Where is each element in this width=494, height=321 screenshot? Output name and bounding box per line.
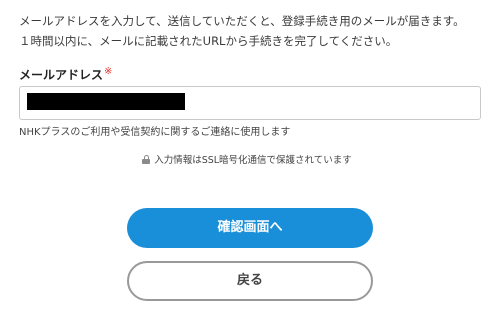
email-usage-note: NHKプラスのご利用や受信契約に関するご連絡に使用します xyxy=(19,127,291,138)
email-label: メールアドレス※ xyxy=(19,66,112,83)
ssl-note-text: 入力情報はSSL暗号化通信で保護されています xyxy=(154,155,352,166)
redacted-email-value xyxy=(27,93,185,110)
confirm-button[interactable]: 確認画面へ xyxy=(127,208,373,248)
email-field[interactable] xyxy=(19,86,481,120)
ssl-security-note: 入力情報はSSL暗号化通信で保護されています xyxy=(0,152,494,166)
email-label-text: メールアドレス xyxy=(19,68,104,82)
intro-line-1: メールアドレスを入力して、送信していただくと、登録手続き用のメールが届きます。 xyxy=(19,14,465,28)
intro-text: メールアドレスを入力して、送信していただくと、登録手続き用のメールが届きます。 … xyxy=(19,11,484,51)
required-mark: ※ xyxy=(104,66,113,77)
back-button[interactable]: 戻る xyxy=(127,261,373,301)
intro-line-2: １時間以内に、メールに記載されたURLから手続きを完了してください。 xyxy=(19,34,398,48)
lock-icon xyxy=(142,155,151,164)
